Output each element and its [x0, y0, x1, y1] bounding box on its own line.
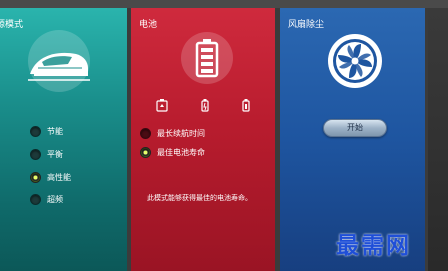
power-mode-title: 源模式	[0, 20, 24, 30]
mode-option-power-save[interactable]: 节能	[30, 126, 63, 137]
battery-option-label: 最长续航时间	[157, 129, 205, 138]
mode-option-label: 平衡	[47, 150, 63, 159]
radio-max-runtime[interactable]	[140, 128, 151, 139]
start-button[interactable]: 开始	[323, 119, 387, 137]
battery-mode-icon-3[interactable]	[240, 99, 252, 112]
mode-option-balanced[interactable]: 平衡	[30, 149, 63, 160]
mode-option-label: 高性能	[47, 173, 71, 182]
battery-mode-icon-1[interactable]	[156, 99, 168, 112]
battery-icon	[195, 39, 219, 78]
battery-mode-icon-2[interactable]	[199, 99, 211, 112]
train-icon	[28, 52, 90, 81]
battery-title: 电池	[139, 20, 158, 30]
watermark: 最需网	[336, 232, 411, 259]
battery-description: 此模式能够获得最佳的电池寿命。	[147, 194, 252, 202]
next-panel-edge	[428, 8, 448, 271]
battery-option-best-lifespan[interactable]: 最佳电池寿命	[140, 147, 205, 158]
window-top-bar	[0, 0, 448, 8]
mode-option-overclock[interactable]: 超频	[30, 194, 63, 205]
radio-best-lifespan[interactable]	[140, 147, 151, 158]
radio-power-save[interactable]	[30, 126, 41, 137]
fan-icon	[333, 39, 377, 83]
radio-overclock[interactable]	[30, 194, 41, 205]
mode-option-label: 超频	[47, 195, 63, 204]
battery-panel: 电池 最长续航时间 最佳电池寿命 此模式能够获得最佳的电池寿命。	[131, 8, 275, 271]
radio-high-performance[interactable]	[30, 172, 41, 183]
mode-option-label: 节能	[47, 127, 63, 136]
power-mode-panel: 源模式 节能 平衡 高性能 超频	[0, 8, 127, 271]
mode-option-high-performance[interactable]: 高性能	[30, 172, 71, 183]
battery-option-max-runtime[interactable]: 最长续航时间	[140, 128, 205, 139]
battery-option-label: 最佳电池寿命	[157, 148, 205, 157]
radio-balanced[interactable]	[30, 149, 41, 160]
fan-title: 风扇除尘	[288, 20, 325, 30]
